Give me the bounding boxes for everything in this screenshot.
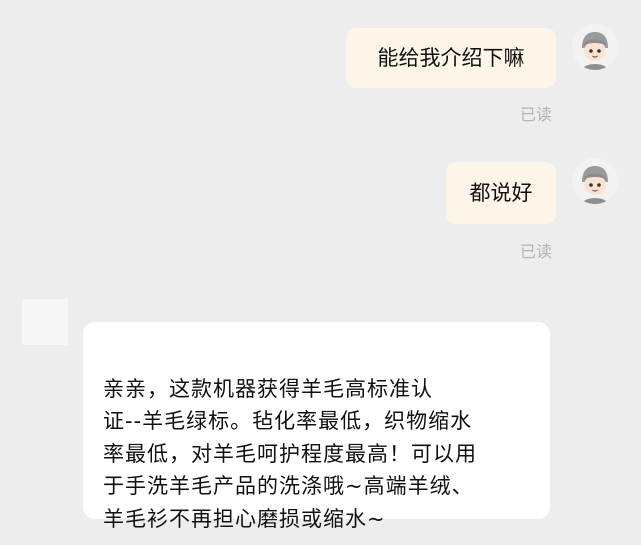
message-text: 都说好 <box>469 181 533 205</box>
self-avatar-icon[interactable] <box>572 158 618 204</box>
message-text: 亲亲，这款机器获得羊毛高标准认 证--羊毛绿标。毡化率最低，织物缩水 率最低，对… <box>103 376 477 531</box>
read-status: 已读 <box>520 242 553 261</box>
outgoing-message-bubble[interactable]: 都说好 <box>446 162 556 224</box>
self-avatar-icon[interactable] <box>572 24 618 70</box>
outgoing-message-bubble[interactable]: 能给我介绍下嘛 <box>346 28 556 88</box>
peer-avatar[interactable] <box>22 299 68 345</box>
message-text: 能给我介绍下嘛 <box>377 46 525 70</box>
read-status: 已读 <box>520 105 553 124</box>
incoming-message-bubble[interactable]: 亲亲，这款机器获得羊毛高标准认 证--羊毛绿标。毡化率最低，织物缩水 率最低，对… <box>83 322 550 531</box>
